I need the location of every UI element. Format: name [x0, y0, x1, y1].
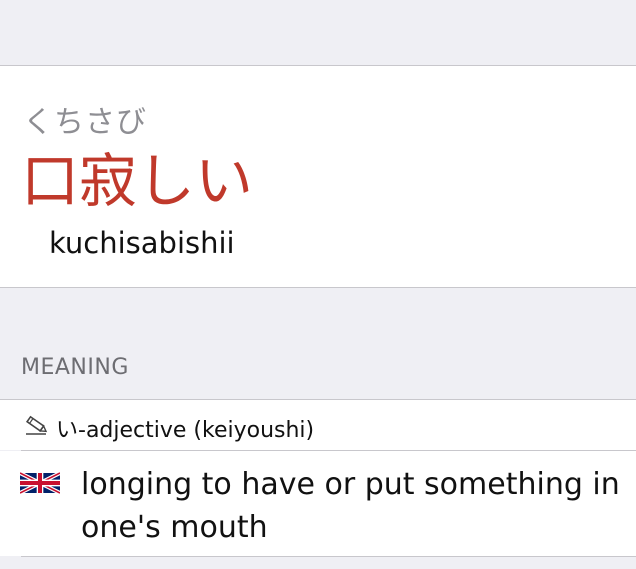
- part-of-speech-label: い-adjective (keiyoushi): [56, 418, 315, 443]
- romaji-reading: kuchisabishii: [49, 226, 235, 260]
- part-of-speech-row: い-adjective (keiyoushi): [0, 400, 636, 450]
- kana-reading: くちさび: [23, 105, 147, 140]
- top-spacer: [0, 0, 636, 65]
- separator: [0, 287, 636, 288]
- definition-text: longing to have or put something in one'…: [81, 467, 620, 545]
- definition-row[interactable]: longing to have or put something in one'…: [0, 451, 636, 556]
- pencil-icon: [24, 414, 50, 436]
- meaning-section-header: MEANING: [21, 355, 129, 380]
- word-card: くちさび 口寂しい kuchisabishii: [0, 66, 636, 287]
- word-title: 口寂しい: [21, 147, 254, 215]
- bottom-spacer: [0, 557, 636, 569]
- uk-flag-icon: [19, 470, 61, 496]
